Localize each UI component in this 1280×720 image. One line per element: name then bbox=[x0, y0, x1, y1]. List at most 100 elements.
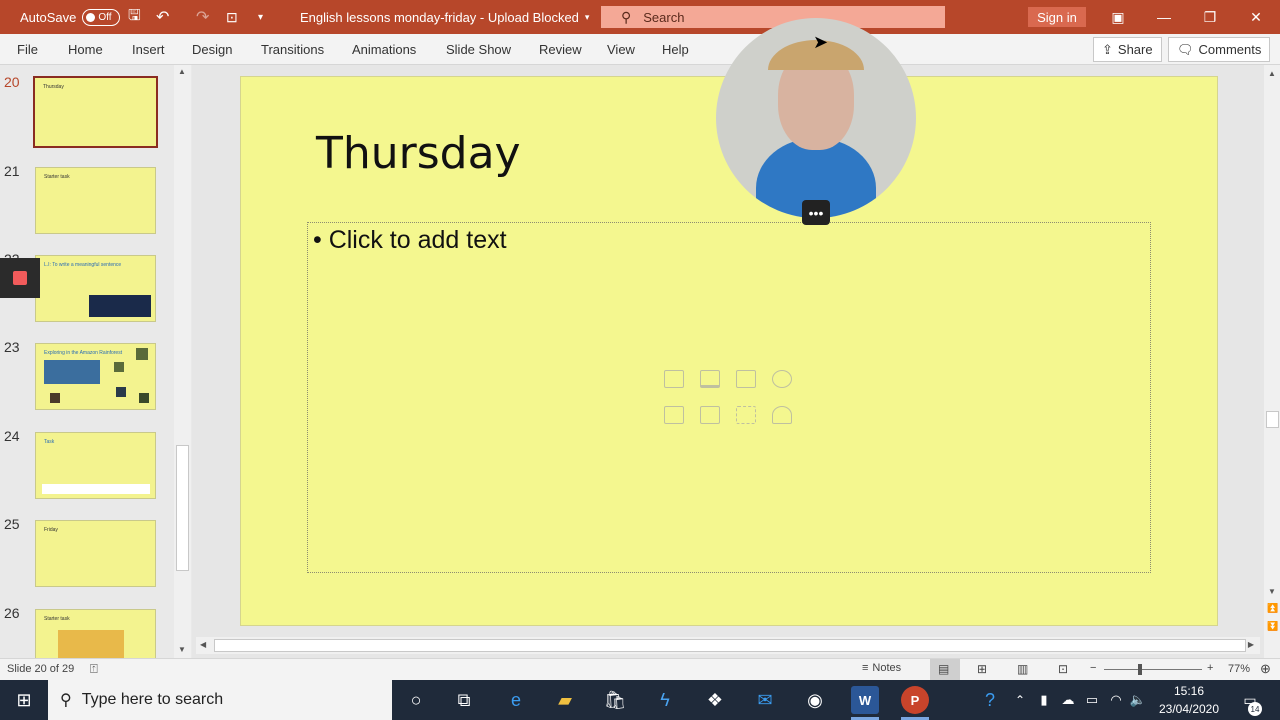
scrollbar-thumb[interactable] bbox=[214, 639, 1246, 652]
tab-home[interactable]: Home bbox=[68, 34, 103, 65]
cortana-icon[interactable]: ○ bbox=[402, 686, 430, 714]
volume-icon[interactable]: 🔈 bbox=[1124, 686, 1152, 714]
slide-thumbnail[interactable]: Friday bbox=[35, 520, 156, 587]
placeholder-text[interactable]: • Click to add text bbox=[313, 226, 507, 255]
search-box[interactable]: ⚲ Search bbox=[601, 6, 945, 28]
insert-picture-icon[interactable] bbox=[664, 406, 684, 424]
slide-vertical-scrollbar[interactable]: ▲ ▼ ⏫ ⏬ bbox=[1264, 65, 1280, 658]
autosave-toggle[interactable]: Off bbox=[82, 8, 121, 26]
record-button[interactable] bbox=[0, 258, 40, 298]
slide-number: 20 bbox=[4, 74, 20, 90]
insert-chart-icon[interactable] bbox=[700, 370, 720, 388]
slide-number: 26 bbox=[4, 605, 20, 621]
share-icon: ⇪ bbox=[1102, 41, 1113, 57]
normal-view-icon: ▤ bbox=[938, 662, 950, 676]
insert-video-icon[interactable] bbox=[736, 406, 756, 424]
insert-3d-model-icon[interactable] bbox=[772, 370, 792, 388]
redo-icon[interactable]: ↷ bbox=[196, 0, 209, 34]
powerpoint-icon[interactable]: P bbox=[901, 686, 929, 714]
chrome-icon[interactable]: ◉ bbox=[801, 686, 829, 714]
slide-number: 25 bbox=[4, 516, 20, 532]
scrollbar-thumb[interactable] bbox=[1266, 411, 1279, 428]
slide-number: 24 bbox=[4, 428, 20, 444]
insert-table-icon[interactable] bbox=[664, 370, 684, 388]
slide-sorter-icon[interactable]: ⊞ bbox=[977, 662, 987, 676]
horizontal-scrollbar[interactable]: ◀ ▶ bbox=[196, 637, 1260, 654]
windows-start-icon[interactable]: ⊞ bbox=[10, 686, 38, 714]
tab-animations[interactable]: Animations bbox=[352, 34, 416, 65]
minimize-icon[interactable]: — bbox=[1141, 0, 1187, 34]
title-bar: AutoSave Off 🖫 ↶ ↷ ⊡ ▾ English lessons m… bbox=[0, 0, 1280, 34]
dropbox-icon[interactable]: ❖ bbox=[701, 686, 729, 714]
file-explorer-icon[interactable]: ▰ bbox=[551, 686, 579, 714]
scroll-up-icon[interactable]: ▲ bbox=[1268, 69, 1276, 78]
tab-insert[interactable]: Insert bbox=[132, 34, 165, 65]
tab-slide-show[interactable]: Slide Show bbox=[446, 34, 511, 65]
slide-thumbnail[interactable]: Starter task bbox=[35, 167, 156, 234]
autosave-control[interactable]: AutoSave Off bbox=[20, 0, 121, 34]
clock-time[interactable]: 15:16 bbox=[1156, 684, 1222, 698]
edge-icon[interactable]: e bbox=[502, 686, 530, 714]
slide-thumbnail[interactable]: Exploring in the Amazon Rainforest bbox=[35, 343, 156, 410]
status-bar: Slide 20 of 29 ⍐ ≡ Notes ▤ ⊞ ▥ ⊡ − + 77% … bbox=[0, 658, 1280, 680]
app-icon[interactable]: ϟ bbox=[651, 686, 679, 714]
slide-number: 23 bbox=[4, 339, 20, 355]
slide-thumbnail[interactable]: Task bbox=[35, 432, 156, 499]
more-options-icon[interactable]: ••• bbox=[802, 200, 830, 225]
tab-review[interactable]: Review bbox=[539, 34, 582, 65]
next-slide-icon[interactable]: ⏬ bbox=[1267, 621, 1278, 632]
insert-online-picture-icon[interactable] bbox=[700, 406, 720, 424]
store-icon[interactable]: 🛍 bbox=[601, 686, 629, 714]
slide-thumbnail-pane[interactable]: 20 Thursday 21 Starter task 22 L.I: To w… bbox=[0, 65, 192, 658]
save-icon[interactable]: 🖫 bbox=[128, 0, 141, 34]
insert-smartart-icon[interactable] bbox=[736, 370, 756, 388]
comments-button[interactable]: 🗨 Comments bbox=[1168, 37, 1271, 62]
slideshow-view-icon[interactable]: ⊡ bbox=[1058, 662, 1068, 676]
thumbnail-scrollbar[interactable]: ▲ ▼ bbox=[174, 65, 191, 658]
restore-icon[interactable]: ❐ bbox=[1187, 0, 1233, 34]
ribbon-tabs: File Home Insert Design Transitions Anim… bbox=[0, 34, 1280, 65]
tab-file[interactable]: File bbox=[17, 34, 38, 65]
customize-toolbar-icon[interactable]: ▾ bbox=[258, 0, 263, 34]
scroll-down-icon[interactable]: ▼ bbox=[1268, 587, 1276, 596]
tab-transitions[interactable]: Transitions bbox=[261, 34, 324, 65]
zoom-slider-thumb[interactable] bbox=[1138, 664, 1142, 675]
mail-icon[interactable]: ✉ bbox=[751, 686, 779, 714]
scroll-right-icon[interactable]: ▶ bbox=[1248, 640, 1254, 649]
taskbar-search[interactable]: ⚲ Type here to search bbox=[48, 680, 392, 720]
present-icon[interactable]: ⊡ bbox=[226, 0, 238, 34]
insert-icons-icon[interactable] bbox=[772, 406, 792, 424]
slide-thumbnail[interactable]: L.I: To write a meaningful sentence bbox=[35, 255, 156, 322]
sign-in-button[interactable]: Sign in bbox=[1028, 7, 1086, 27]
help-icon[interactable]: ? bbox=[976, 686, 1004, 714]
tab-help[interactable]: Help bbox=[662, 34, 689, 65]
zoom-out-icon[interactable]: − bbox=[1090, 662, 1096, 674]
zoom-slider[interactable] bbox=[1104, 669, 1202, 670]
slide-thumbnail[interactable]: Thursday bbox=[33, 76, 158, 148]
tab-view[interactable]: View bbox=[607, 34, 635, 65]
word-icon[interactable]: W bbox=[851, 686, 879, 714]
ribbon-display-icon[interactable]: ▣ bbox=[1095, 0, 1141, 34]
close-icon[interactable]: ✕ bbox=[1233, 0, 1279, 34]
document-title[interactable]: English lessons monday-friday - Upload B… bbox=[300, 0, 589, 34]
notes-button[interactable]: ≡ Notes bbox=[862, 662, 901, 674]
scrollbar-thumb[interactable] bbox=[176, 445, 189, 571]
previous-slide-icon[interactable]: ⏫ bbox=[1267, 603, 1278, 614]
zoom-level[interactable]: 77% bbox=[1228, 663, 1250, 675]
share-button[interactable]: ⇪ Share bbox=[1093, 37, 1162, 62]
clock-date[interactable]: 23/04/2020 bbox=[1151, 702, 1227, 716]
tab-design[interactable]: Design bbox=[192, 34, 232, 65]
slide-count[interactable]: Slide 20 of 29 bbox=[7, 663, 74, 675]
accessibility-icon[interactable]: ⍐ bbox=[90, 661, 98, 677]
undo-icon[interactable]: ↶ bbox=[156, 0, 169, 34]
scroll-left-icon[interactable]: ◀ bbox=[200, 640, 206, 649]
reading-view-icon[interactable]: ▥ bbox=[1017, 662, 1028, 676]
scroll-down-icon[interactable]: ▼ bbox=[178, 645, 186, 654]
taskbar-search-placeholder: Type here to search bbox=[81, 691, 224, 708]
slide-thumbnail[interactable]: Starter task bbox=[35, 609, 156, 658]
task-view-icon[interactable]: ⧉ bbox=[450, 686, 478, 714]
zoom-in-icon[interactable]: + bbox=[1207, 662, 1213, 674]
fit-slide-icon[interactable]: ⊕ bbox=[1260, 661, 1271, 677]
slide-title[interactable]: Thursday bbox=[316, 128, 521, 179]
scroll-up-icon[interactable]: ▲ bbox=[178, 67, 186, 76]
